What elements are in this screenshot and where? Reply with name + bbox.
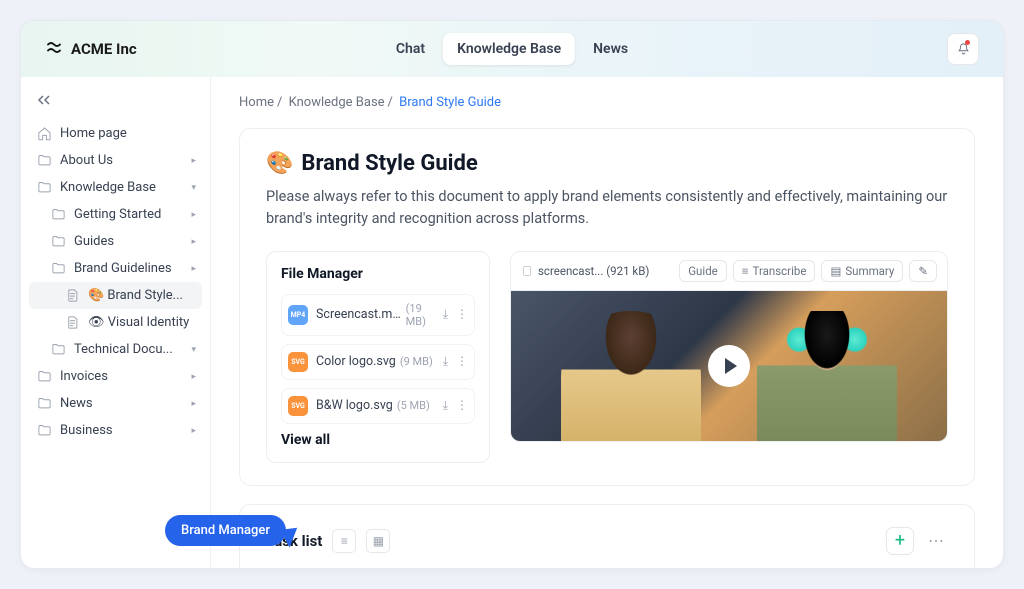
sidebar-item-label: 🎨 Brand Style... [88,288,183,303]
chevron-icon: ▾ [191,345,196,355]
collapse-sidebar-button[interactable] [29,91,202,120]
filetype-icon: MP4 [288,305,308,325]
sidebar-item-label: About Us [60,153,113,168]
file-row[interactable]: SVG Color logo.svg (9 MB) ⤓ ⋮ [281,344,475,380]
file-manager: File Manager MP4Screencast.mp4(19 MB)⤓⋮S… [266,251,490,463]
file-row[interactable]: MP4 Screencast.mp4 (19 MB)⤓ ⋮ [281,294,475,336]
crumb-home[interactable]: Home [239,95,274,110]
page-description: Please always refer to this document to … [266,186,948,231]
view-all-files[interactable]: View all [281,432,475,448]
crumb-knowledge-base[interactable]: Knowledge Base [289,95,385,110]
breadcrumb: Home/ Knowledge Base/ Brand Style Guide [239,95,975,110]
sidebar-item[interactable]: Technical Docu... ▾ [29,336,202,363]
chevron-icon: ▸ [191,372,196,382]
task-list-card: Task list ≡ ▦ + ⋯ Create a project timel… [239,504,975,569]
video-thumbnail[interactable] [511,291,947,441]
sidebar-item-label: Technical Docu... [74,342,173,357]
video-transcribe-button[interactable]: ≡Transcribe [733,260,816,282]
sidebar-item-label: Home page [60,126,127,141]
chevron-icon: ▾ [191,183,196,193]
download-icon[interactable]: ⤓ [443,307,448,322]
logo-icon [45,40,63,58]
file-name: B&W logo.svg [316,398,393,413]
sidebar-item-label: Knowledge Base [60,180,156,195]
file-name: Screencast.mp4 [316,307,402,322]
file-size: (19 MB) [406,302,443,328]
main-content: Home/ Knowledge Base/ Brand Style Guide … [211,77,1003,569]
person-illustration [561,311,701,441]
filetype-icon: SVG [288,396,308,416]
chevron-icon: ▸ [191,237,196,247]
play-button[interactable] [708,345,750,387]
chevron-icon: ▸ [191,399,196,409]
file-size: (5 MB) [397,399,430,412]
video-panel: screencast... (921 kB) Guide ≡Transcribe… [510,251,948,442]
file-manager-title: File Manager [281,266,475,282]
sidebar-item[interactable]: 🎨 Brand Style... [29,282,202,309]
task-view-list[interactable]: ≡ [332,529,356,553]
bell-icon [956,42,971,57]
filetype-icon: SVG [288,352,308,372]
sidebar-item[interactable]: Brand Guidelines ▸ [29,255,202,282]
sidebar-item[interactable]: About Us ▸ [29,147,202,174]
video-filename: screencast... (921 kB) [521,264,649,278]
chevron-icon: ▸ [191,426,196,436]
file-name: Color logo.svg [316,354,396,369]
sidebar-item[interactable]: Knowledge Base ▾ [29,174,202,201]
nav-news[interactable]: News [579,33,642,65]
main-nav: Chat Knowledge Base News [382,33,642,65]
chevron-icon: ▸ [191,264,196,274]
file-icon [521,265,533,277]
sidebar-item[interactable]: Home page [29,120,202,147]
nav-chat[interactable]: Chat [382,33,439,65]
sidebar-item-label: Guides [74,234,114,249]
sidebar-item[interactable]: Getting Started ▸ [29,201,202,228]
add-task-button[interactable]: + [886,527,914,555]
chevron-icon: ▸ [191,210,196,220]
sidebar-item[interactable]: Business ▸ [29,417,202,444]
brand-name: ACME Inc [71,40,137,58]
chevron-icon: ▸ [191,156,196,166]
notifications-button[interactable] [947,33,979,65]
file-row[interactable]: SVG B&W logo.svg (5 MB) ⤓ ⋮ [281,388,475,424]
crumb-current: Brand Style Guide [399,95,501,110]
page-title: 🎨 Brand Style Guide [266,151,948,176]
download-icon[interactable]: ⤓ [443,354,448,369]
nav-knowledge-base[interactable]: Knowledge Base [443,33,575,65]
page-title-icon: 🎨 [266,151,293,176]
page-title-text: Brand Style Guide [301,151,477,176]
sidebar-item[interactable]: Guides ▸ [29,228,202,255]
sidebar-item-label: Brand Guidelines [74,261,172,276]
sidebar-item-label: 👁 Visual Identity [88,315,189,330]
brand-logo[interactable]: ACME Inc [45,40,137,58]
task-more-button[interactable]: ⋯ [924,531,948,550]
task-view-calendar[interactable]: ▦ [366,529,390,553]
sidebar-item[interactable]: News ▸ [29,390,202,417]
sidebar-item-label: News [60,396,93,411]
person-illustration [757,311,897,441]
file-more-icon[interactable]: ⋮ [456,307,468,322]
video-guide-button[interactable]: Guide [679,260,727,282]
sidebar: Home page About Us ▸ Knowledge Base ▾ Getting… [21,77,211,569]
download-icon[interactable]: ⤓ [443,398,448,413]
sidebar-item-label: Invoices [60,369,108,384]
video-summary-button[interactable]: ▤Summary [821,260,903,282]
file-more-icon[interactable]: ⋮ [456,398,468,413]
file-more-icon[interactable]: ⋮ [456,354,468,369]
sidebar-item-label: Getting Started [74,207,161,222]
role-tooltip: Brand Manager [165,515,286,546]
sidebar-item[interactable]: Invoices ▸ [29,363,202,390]
app-header: ACME Inc Chat Knowledge Base News [21,21,1003,77]
file-size: (9 MB) [400,355,433,368]
article-card: 🎨 Brand Style Guide Please always refer … [239,128,975,486]
sidebar-item[interactable]: 👁 Visual Identity [29,309,202,336]
video-edit-button[interactable]: ✎ [909,260,937,282]
sidebar-item-label: Business [60,423,113,438]
